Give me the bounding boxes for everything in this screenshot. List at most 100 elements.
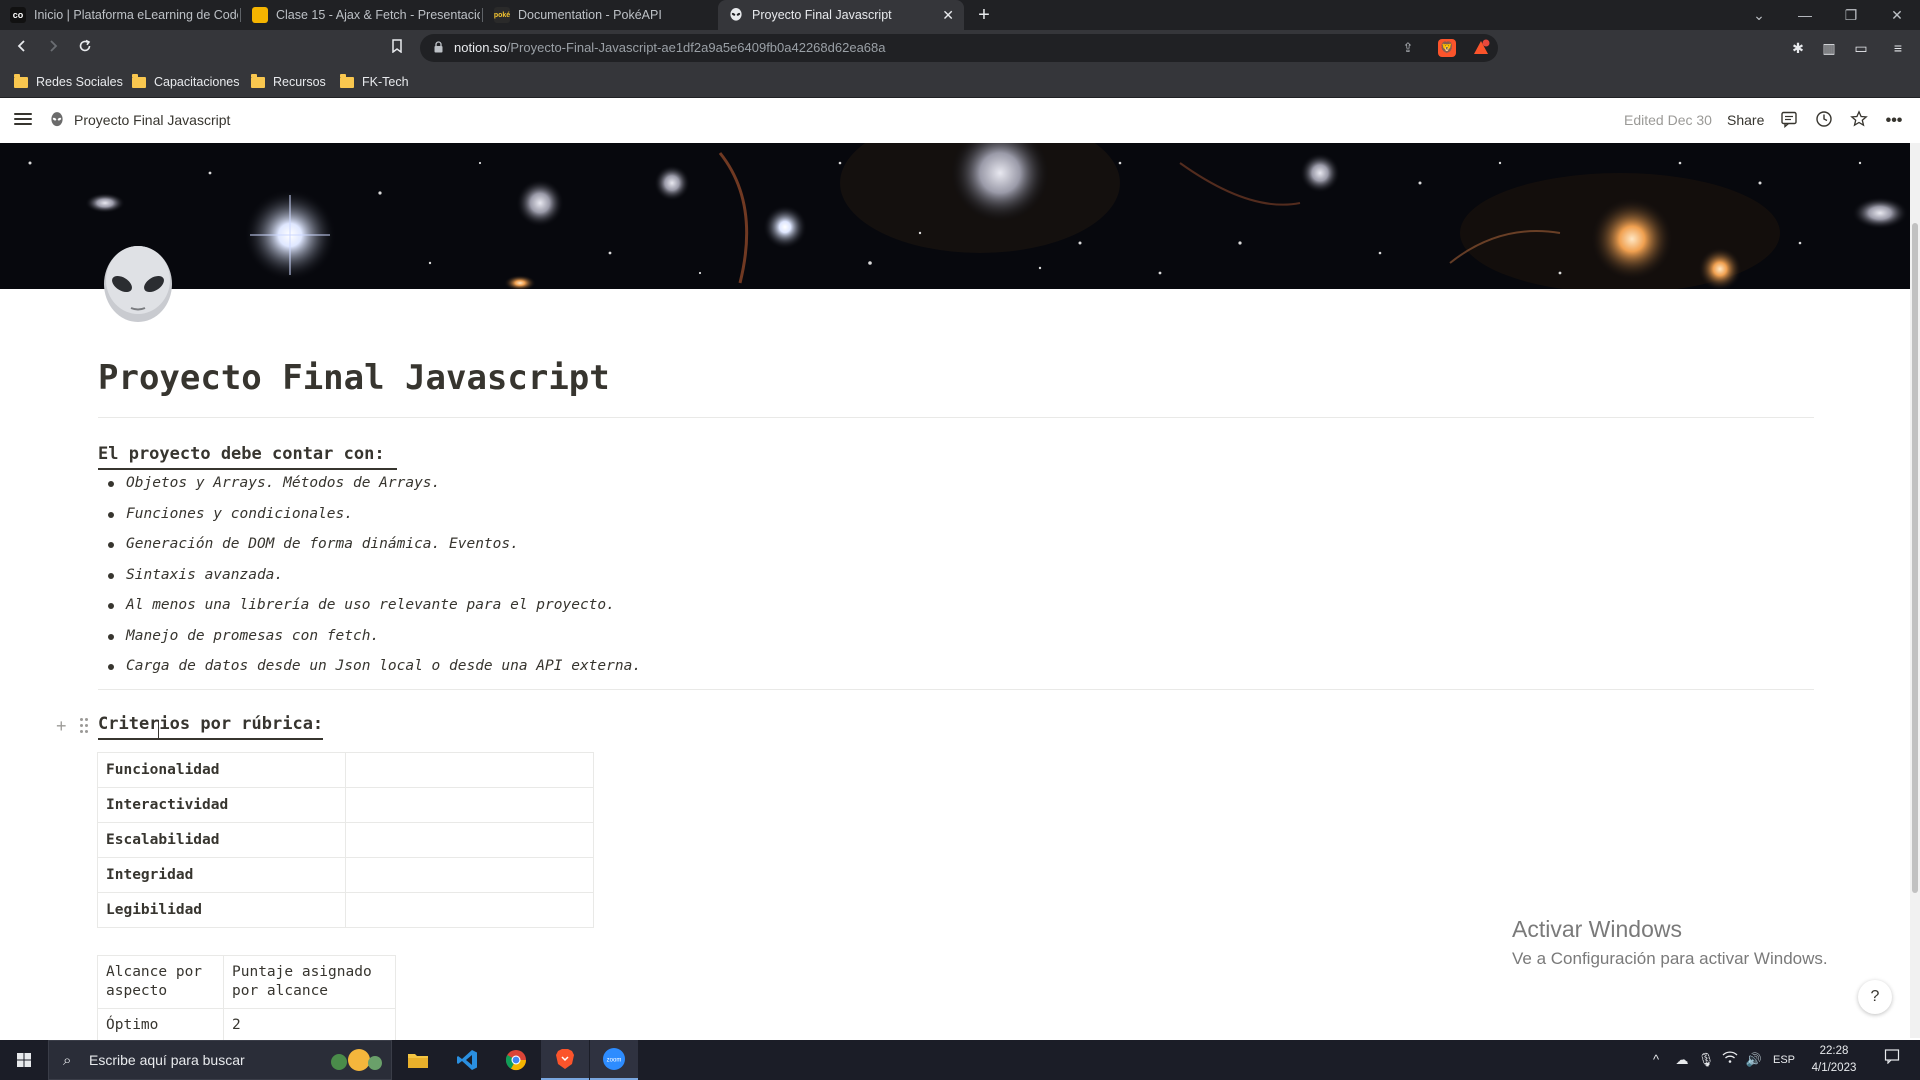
sidebar-icon[interactable]: ▥	[1819, 38, 1839, 58]
bookmark-redes-sociales[interactable]: Redes Sociales	[14, 72, 123, 92]
watermark-subtitle: Ve a Configuración para activar Windows.	[1512, 949, 1828, 968]
page-cover-image[interactable]	[0, 143, 1910, 289]
notifications-icon[interactable]	[1872, 1040, 1912, 1080]
help-button[interactable]: ?	[1858, 980, 1892, 1014]
table-cell[interactable]: 2	[223, 1008, 396, 1043]
share-button[interactable]: Share	[1727, 98, 1764, 143]
taskbar-search-box[interactable]: ⌕ Escribe aquí para buscar	[48, 1040, 392, 1080]
page-scrollbar[interactable]	[1910, 143, 1920, 1038]
volume-icon[interactable]: 🔊	[1742, 1040, 1766, 1080]
table-header-cell[interactable]: Puntaje asignado por alcance	[223, 955, 396, 1009]
list-item[interactable]: Manejo de promesas con fetch.	[104, 625, 641, 656]
table-cell[interactable]: Interactividad	[97, 787, 346, 823]
scrollbar-thumb[interactable]	[1912, 223, 1918, 893]
clock-date: 4/1/2023	[1811, 1062, 1857, 1074]
criteria-heading[interactable]: Criterios por rúbrica:	[98, 714, 324, 740]
list-item[interactable]: Carga de datos desde un Json local o des…	[104, 655, 641, 686]
weather-sun-icon	[331, 1049, 382, 1071]
windows-activation-watermark: Activar Windows Ve a Configuración para …	[1512, 916, 1828, 969]
system-clock[interactable]: 22:28 4/1/2023	[1808, 1043, 1860, 1077]
requirements-heading[interactable]: El proyecto debe contar con:	[98, 444, 397, 470]
wallet-icon[interactable]: ▭	[1851, 38, 1871, 58]
show-hidden-icons[interactable]: ^	[1644, 1040, 1668, 1080]
watermark-title: Activar Windows	[1512, 916, 1682, 942]
more-options-icon[interactable]: •••	[1883, 110, 1905, 132]
bookmark-fk-tech[interactable]: FK-Tech	[340, 72, 409, 92]
browser-toolbar: notion.so/Proyecto-Final-Javascript-ae1d…	[0, 30, 1920, 66]
search-placeholder: Escribe aquí para buscar	[89, 1052, 245, 1068]
share-page-icon[interactable]: ⇪	[1398, 38, 1418, 58]
table-cell[interactable]: Escalabilidad	[97, 822, 346, 858]
tab-separator	[482, 8, 483, 22]
language-indicator[interactable]: ESP	[1766, 1040, 1802, 1080]
zoom-icon[interactable]: zoom	[590, 1040, 638, 1080]
list-item[interactable]: Objetos y Arrays. Métodos de Arrays.	[104, 472, 641, 503]
microphone-icon[interactable]: 🎙	[1694, 1040, 1718, 1080]
table-cell[interactable]	[345, 892, 594, 928]
browser-menu-icon[interactable]: ≡	[1888, 38, 1908, 58]
back-button[interactable]	[11, 37, 33, 59]
alien-icon	[50, 112, 64, 130]
add-block-icon[interactable]: +	[56, 716, 67, 737]
list-item[interactable]: Funciones y condicionales.	[104, 503, 641, 534]
table-cell[interactable]: Legibilidad	[97, 892, 346, 928]
brave-shields-icon[interactable]: 🦁	[1438, 39, 1456, 57]
table-row: Funcionalidad	[97, 752, 594, 788]
table-cell[interactable]	[345, 752, 594, 788]
folder-icon	[340, 73, 354, 88]
tab-title: Documentation - PokéAPI	[518, 8, 662, 22]
tab-slides[interactable]: Clase 15 - Ajax & Fetch - Presentaciones	[242, 0, 480, 30]
chrome-icon[interactable]	[492, 1040, 540, 1080]
brave-rewards-icon[interactable]	[1472, 39, 1490, 57]
minimize-button[interactable]: —	[1782, 0, 1828, 30]
history-clock-icon[interactable]	[1813, 110, 1835, 132]
address-bar[interactable]: notion.so/Proyecto-Final-Javascript-ae1d…	[420, 34, 1498, 62]
text-cursor	[158, 720, 164, 738]
sidebar-toggle-icon[interactable]	[14, 110, 32, 128]
new-tab-button[interactable]: +	[972, 3, 996, 27]
requirements-list: Objetos y Arrays. Métodos de Arrays. Fun…	[104, 472, 641, 686]
tab-pokeapi[interactable]: poké Documentation - PokéAPI	[484, 0, 722, 30]
vscode-icon[interactable]	[443, 1040, 491, 1080]
file-explorer-icon[interactable]	[394, 1040, 442, 1080]
page-title[interactable]: Proyecto Final Javascript	[98, 358, 610, 398]
onedrive-cloud-icon[interactable]: ☁	[1670, 1040, 1694, 1080]
wifi-icon[interactable]	[1718, 1040, 1742, 1080]
drag-handle-icon[interactable]	[80, 718, 90, 734]
favorite-star-icon[interactable]	[1848, 110, 1870, 132]
edited-timestamp: Edited Dec 30	[1624, 112, 1712, 128]
extensions-icon[interactable]: ✱	[1788, 38, 1808, 58]
comments-icon[interactable]	[1778, 110, 1800, 132]
divider	[98, 417, 1814, 418]
breadcrumb[interactable]: Proyecto Final Javascript	[74, 98, 230, 143]
notion-alien-icon	[728, 7, 744, 23]
bookmark-label: Redes Sociales	[36, 75, 123, 89]
table-cell[interactable]: Funcionalidad	[97, 752, 346, 788]
forward-button[interactable]	[42, 37, 64, 59]
close-window-button[interactable]: ✕	[1874, 0, 1920, 30]
list-item[interactable]: Generación de DOM de forma dinámica. Eve…	[104, 533, 641, 564]
bookmark-recursos[interactable]: Recursos	[251, 72, 326, 92]
tab-notion-active[interactable]: Proyecto Final Javascript ✕	[718, 0, 964, 30]
table-cell[interactable]	[345, 857, 594, 893]
folder-icon	[14, 73, 28, 88]
table-cell[interactable]	[345, 787, 594, 823]
tab-coder[interactable]: co Inicio | Plataforma eLearning de Code…	[0, 0, 238, 30]
table-cell[interactable]	[345, 822, 594, 858]
list-item[interactable]: Al menos una librería de uso relevante p…	[104, 594, 641, 625]
brave-icon[interactable]	[541, 1040, 589, 1080]
bookmark-page-icon[interactable]	[386, 37, 408, 59]
bookmark-capacitaciones[interactable]: Capacitaciones	[132, 72, 239, 92]
table-cell[interactable]: Óptimo	[97, 1008, 224, 1043]
close-tab-icon[interactable]: ✕	[942, 7, 954, 24]
reload-button[interactable]	[74, 37, 96, 59]
windows-logo-icon	[17, 1053, 31, 1067]
start-button[interactable]	[0, 1040, 48, 1080]
tab-search-icon[interactable]: ⌄	[1736, 0, 1782, 30]
page-alien-icon[interactable]	[98, 244, 178, 324]
tab-title: Proyecto Final Javascript	[752, 8, 892, 22]
list-item[interactable]: Sintaxis avanzada.	[104, 564, 641, 595]
restore-button[interactable]: ❐	[1828, 0, 1874, 30]
table-cell[interactable]: Integridad	[97, 857, 346, 893]
table-header-cell[interactable]: Alcance por aspecto	[97, 955, 224, 1009]
